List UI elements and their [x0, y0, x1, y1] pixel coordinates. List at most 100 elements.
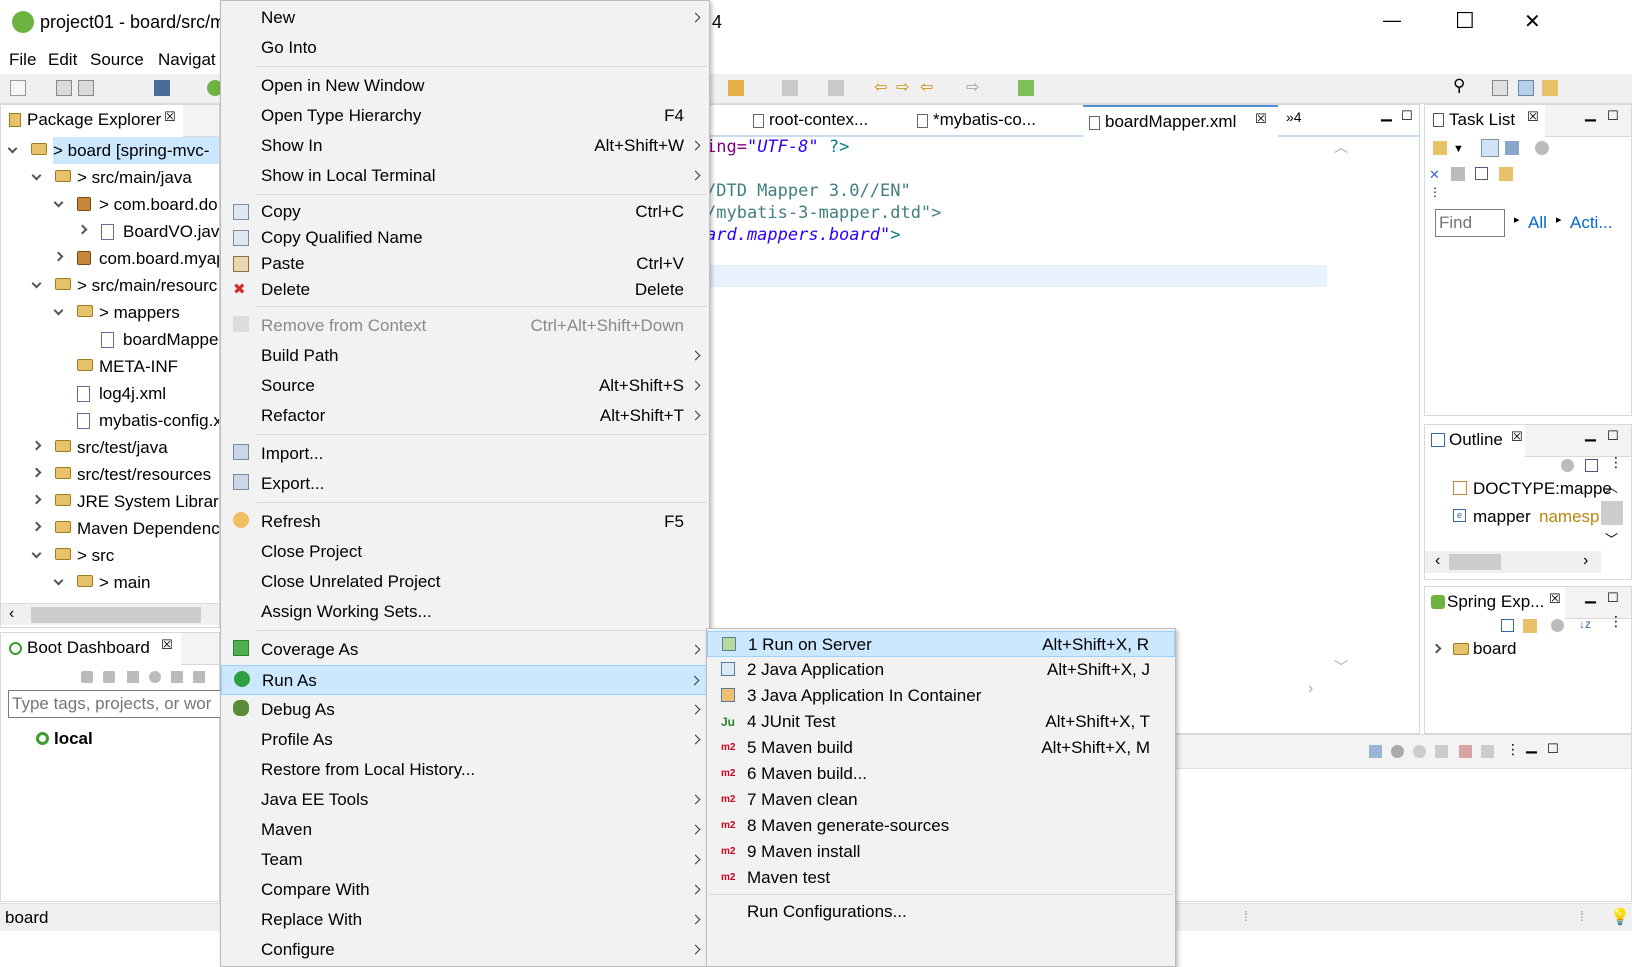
- deploy-icon[interactable]: [1435, 745, 1448, 758]
- menu-item-paste[interactable]: Paste Ctrl+V: [221, 251, 709, 277]
- more-icon[interactable]: [193, 671, 205, 683]
- tree-item[interactable]: > mappers: [99, 299, 180, 326]
- maximize-pane-icon[interactable]: ☐: [1607, 590, 1619, 606]
- expand-arrow-icon[interactable]: [77, 224, 88, 235]
- run-as-item-3[interactable]: 3 Java Application In Container: [707, 683, 1175, 709]
- scroll-down-arrow-icon[interactable]: ﹀: [1334, 657, 1348, 677]
- prev-annotation-icon[interactable]: [828, 80, 844, 96]
- scroll-down-arrow-icon[interactable]: ﹀: [1605, 529, 1618, 548]
- menu-item-configure[interactable]: Configure: [221, 935, 709, 965]
- expand-arrow-icon[interactable]: [53, 575, 64, 586]
- run-as-item-1[interactable]: 1 Run on Server Alt+Shift+X, R: [707, 631, 1175, 657]
- menu-item-run-as[interactable]: Run As: [221, 665, 709, 695]
- new-task-icon[interactable]: [1433, 141, 1447, 155]
- collapse-all-icon[interactable]: [1585, 459, 1598, 472]
- menu-source[interactable]: Source: [90, 50, 144, 70]
- tree-item[interactable]: src/test/resources: [77, 461, 211, 488]
- menu-item-java-ee-tools[interactable]: Java EE Tools: [221, 785, 709, 815]
- menu-item-new[interactable]: New: [221, 3, 709, 33]
- dropdown-icon[interactable]: ▼: [1453, 143, 1464, 155]
- java-perspective-icon[interactable]: [1542, 80, 1558, 96]
- minimize-pane-icon[interactable]: ▁: [1381, 105, 1392, 122]
- menu-item-close-unrelated-project[interactable]: Close Unrelated Project: [221, 567, 709, 597]
- expand-arrow-icon[interactable]: [7, 143, 18, 154]
- java-ee-perspective-icon[interactable]: [1518, 80, 1534, 96]
- pin-editor-icon[interactable]: [1018, 80, 1034, 96]
- clear-console-icon[interactable]: [1369, 745, 1382, 758]
- maximize-button[interactable]: ☐: [1455, 8, 1475, 34]
- menu-item-import[interactable]: Import...: [221, 439, 709, 469]
- expand-arrow-icon[interactable]: [31, 278, 42, 289]
- run-icon[interactable]: [1413, 745, 1426, 758]
- tab-task-list[interactable]: Task List ☒: [1425, 105, 1545, 137]
- run-as-item-5[interactable]: m2 5 Maven build Alt+Shift+X, M: [707, 735, 1175, 761]
- filter-icon[interactable]: [1551, 619, 1564, 632]
- menu-item-team[interactable]: Team: [221, 845, 709, 875]
- scheduled-icon[interactable]: [1505, 141, 1519, 155]
- tree-item[interactable]: mybatis-config.x: [99, 407, 219, 434]
- expand-arrow-icon[interactable]: [31, 548, 42, 559]
- menu-item-source[interactable]: Source Alt+Shift+S: [221, 371, 709, 401]
- vertical-scrollbar[interactable]: ︿ ﹀: [1328, 137, 1350, 677]
- scroll-right-arrow-icon[interactable]: ›: [1583, 552, 1588, 570]
- terminal-icon[interactable]: [154, 80, 170, 96]
- close-tab-icon[interactable]: ☒: [161, 637, 173, 653]
- scroll-right-arrow-icon[interactable]: ›: [1308, 680, 1313, 698]
- close-window-button[interactable]: ✕: [1524, 9, 1541, 34]
- tree-item[interactable]: > src/main/java: [77, 164, 192, 191]
- forward-nav-icon[interactable]: ⇨: [966, 77, 982, 96]
- tree-item[interactable]: JRE System Library: [77, 488, 219, 515]
- minimize-pane-icon[interactable]: ▁: [1526, 737, 1537, 754]
- maximize-pane-icon[interactable]: ☐: [1607, 428, 1619, 444]
- close-tab-icon[interactable]: ☒: [1255, 111, 1267, 127]
- outline-item[interactable]: DOCTYPE:mappe: [1473, 479, 1612, 499]
- menu-item-assign-working-sets[interactable]: Assign Working Sets...: [221, 597, 709, 627]
- close-tab-icon[interactable]: ☒: [1527, 109, 1539, 125]
- scroll-up-arrow-icon[interactable]: ︿: [1605, 477, 1618, 496]
- spring-explorer-item[interactable]: board: [1473, 639, 1516, 659]
- menu-item-open-in-new-window[interactable]: Open in New Window: [221, 71, 709, 101]
- stop-icon[interactable]: [127, 671, 139, 683]
- activate-link[interactable]: Acti...: [1570, 213, 1613, 233]
- minimize-pane-icon[interactable]: ▁: [1585, 587, 1596, 604]
- expand-arrow-icon[interactable]: [53, 251, 64, 262]
- save-all-icon[interactable]: [78, 80, 94, 96]
- expand-arrow-icon[interactable]: [31, 440, 42, 451]
- menu-navigate[interactable]: Navigat: [158, 50, 216, 70]
- close-tab-icon[interactable]: ☒: [164, 109, 176, 125]
- run-as-item-9[interactable]: m2 9 Maven install: [707, 839, 1175, 865]
- sort-alpha-icon[interactable]: ↓z: [1579, 617, 1591, 631]
- tab-spring-explorer[interactable]: Spring Exp... ☒: [1425, 587, 1565, 619]
- open-perspective-icon[interactable]: [1492, 80, 1508, 96]
- scroll-up-arrow-icon[interactable]: ︿: [1334, 137, 1348, 157]
- menu-edit[interactable]: Edit: [48, 50, 77, 70]
- link-editor-icon[interactable]: [1523, 619, 1537, 633]
- lightbulb-icon[interactable]: 💡: [1610, 907, 1630, 927]
- menu-item-profile-as[interactable]: Profile As: [221, 725, 709, 755]
- view-menu-icon[interactable]: ⋮: [1609, 454, 1623, 471]
- sort-icon[interactable]: [1561, 459, 1574, 472]
- forward-icon[interactable]: ⇨: [896, 77, 912, 96]
- settings-icon[interactable]: [1391, 745, 1404, 758]
- tree-item[interactable]: > board [spring-mvc-: [53, 137, 219, 164]
- more-tabs-indicator[interactable]: »4: [1286, 109, 1302, 125]
- menu-item-open-type-hierarchy[interactable]: Open Type Hierarchy F4: [221, 101, 709, 131]
- tree-item[interactable]: log4j.xml: [99, 380, 166, 407]
- expand-arrow-icon[interactable]: [31, 494, 42, 505]
- tree-item[interactable]: META-INF: [99, 353, 178, 380]
- scroll-thumb[interactable]: [1449, 554, 1501, 570]
- task-repositories-icon[interactable]: [1499, 167, 1513, 181]
- menu-item-delete[interactable]: ✖ Delete Delete: [221, 277, 709, 303]
- publish-icon[interactable]: [1481, 745, 1494, 758]
- run-as-item-10[interactable]: m2 Maven test: [707, 865, 1175, 891]
- menu-item-restore-from-local-history[interactable]: Restore from Local History...: [221, 755, 709, 785]
- back-nav-icon[interactable]: ⇦: [920, 77, 936, 96]
- maximize-pane-icon[interactable]: ☐: [1547, 741, 1559, 757]
- minimize-button[interactable]: —: [1383, 10, 1401, 31]
- new-icon[interactable]: [10, 80, 26, 96]
- save-icon[interactable]: [56, 80, 72, 96]
- local-label[interactable]: local: [54, 729, 93, 749]
- scroll-thumb[interactable]: [31, 607, 201, 623]
- console-icon[interactable]: [171, 671, 183, 683]
- code-editor[interactable]: ing="UTF-8" ?> /DTD Mapper 3.0//EN"/mybat…: [706, 133, 1326, 693]
